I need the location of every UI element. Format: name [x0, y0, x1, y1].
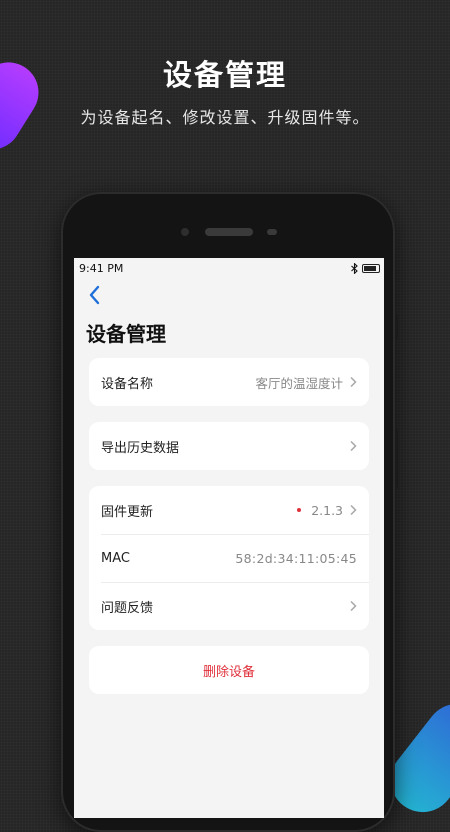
status-bar: 9:41 PM	[74, 258, 384, 278]
update-available-dot	[297, 508, 302, 512]
front-camera	[181, 228, 189, 236]
chevron-right-icon	[350, 376, 357, 388]
power-button	[395, 428, 398, 488]
device-name-row[interactable]: 设备名称 客厅的温湿度计	[89, 358, 369, 406]
export-history-row[interactable]: 导出历史数据	[89, 422, 369, 470]
back-button[interactable]	[86, 284, 104, 306]
mac-value: 58:2d:34:11:05:45	[235, 550, 357, 566]
firmware-label: 固件更新	[101, 504, 154, 520]
firmware-update-row[interactable]: 固件更新 2.1.3	[89, 486, 369, 534]
status-icons	[351, 262, 380, 274]
firmware-version: 2.1.3	[311, 502, 343, 518]
battery-icon	[362, 263, 380, 273]
export-card: 导出历史数据	[89, 422, 369, 470]
device-name-value: 客厅的温湿度计	[255, 375, 343, 391]
promo-title: 设备管理	[162, 58, 287, 92]
export-history-label: 导出历史数据	[101, 440, 180, 456]
chevron-right-icon	[350, 440, 357, 452]
mac-label: MAC	[101, 550, 130, 566]
chevron-left-icon	[89, 285, 100, 305]
feedback-label: 问题反馈	[101, 600, 154, 616]
chevron-right-icon	[350, 600, 357, 612]
promo-subtitle: 为设备起名、修改设置、升级固件等。	[80, 108, 370, 127]
status-time: 9:41 PM	[79, 261, 124, 275]
mac-row: MAC 58:2d:34:11:05:45	[89, 534, 369, 582]
proximity-sensor	[267, 229, 277, 235]
feedback-row[interactable]: 问题反馈	[89, 582, 369, 630]
chevron-right-icon	[350, 504, 357, 516]
device-info-card: 固件更新 2.1.3 MAC 58:2d:34:11:05:45 问题反馈	[89, 486, 369, 630]
device-name-card: 设备名称 客厅的温湿度计	[89, 358, 369, 406]
page-title: 设备管理	[86, 322, 166, 346]
app-screen: 9:41 PM 设备管理 设备名称 客厅的温湿度计 导出历史数据 固件更新 2.…	[74, 258, 384, 818]
device-name-label: 设备名称	[101, 376, 154, 392]
delete-card: 删除设备	[89, 646, 369, 694]
delete-device-button[interactable]: 删除设备	[89, 646, 369, 694]
bluetooth-icon	[351, 262, 358, 274]
earpiece-speaker	[205, 228, 253, 236]
volume-button	[395, 314, 398, 340]
